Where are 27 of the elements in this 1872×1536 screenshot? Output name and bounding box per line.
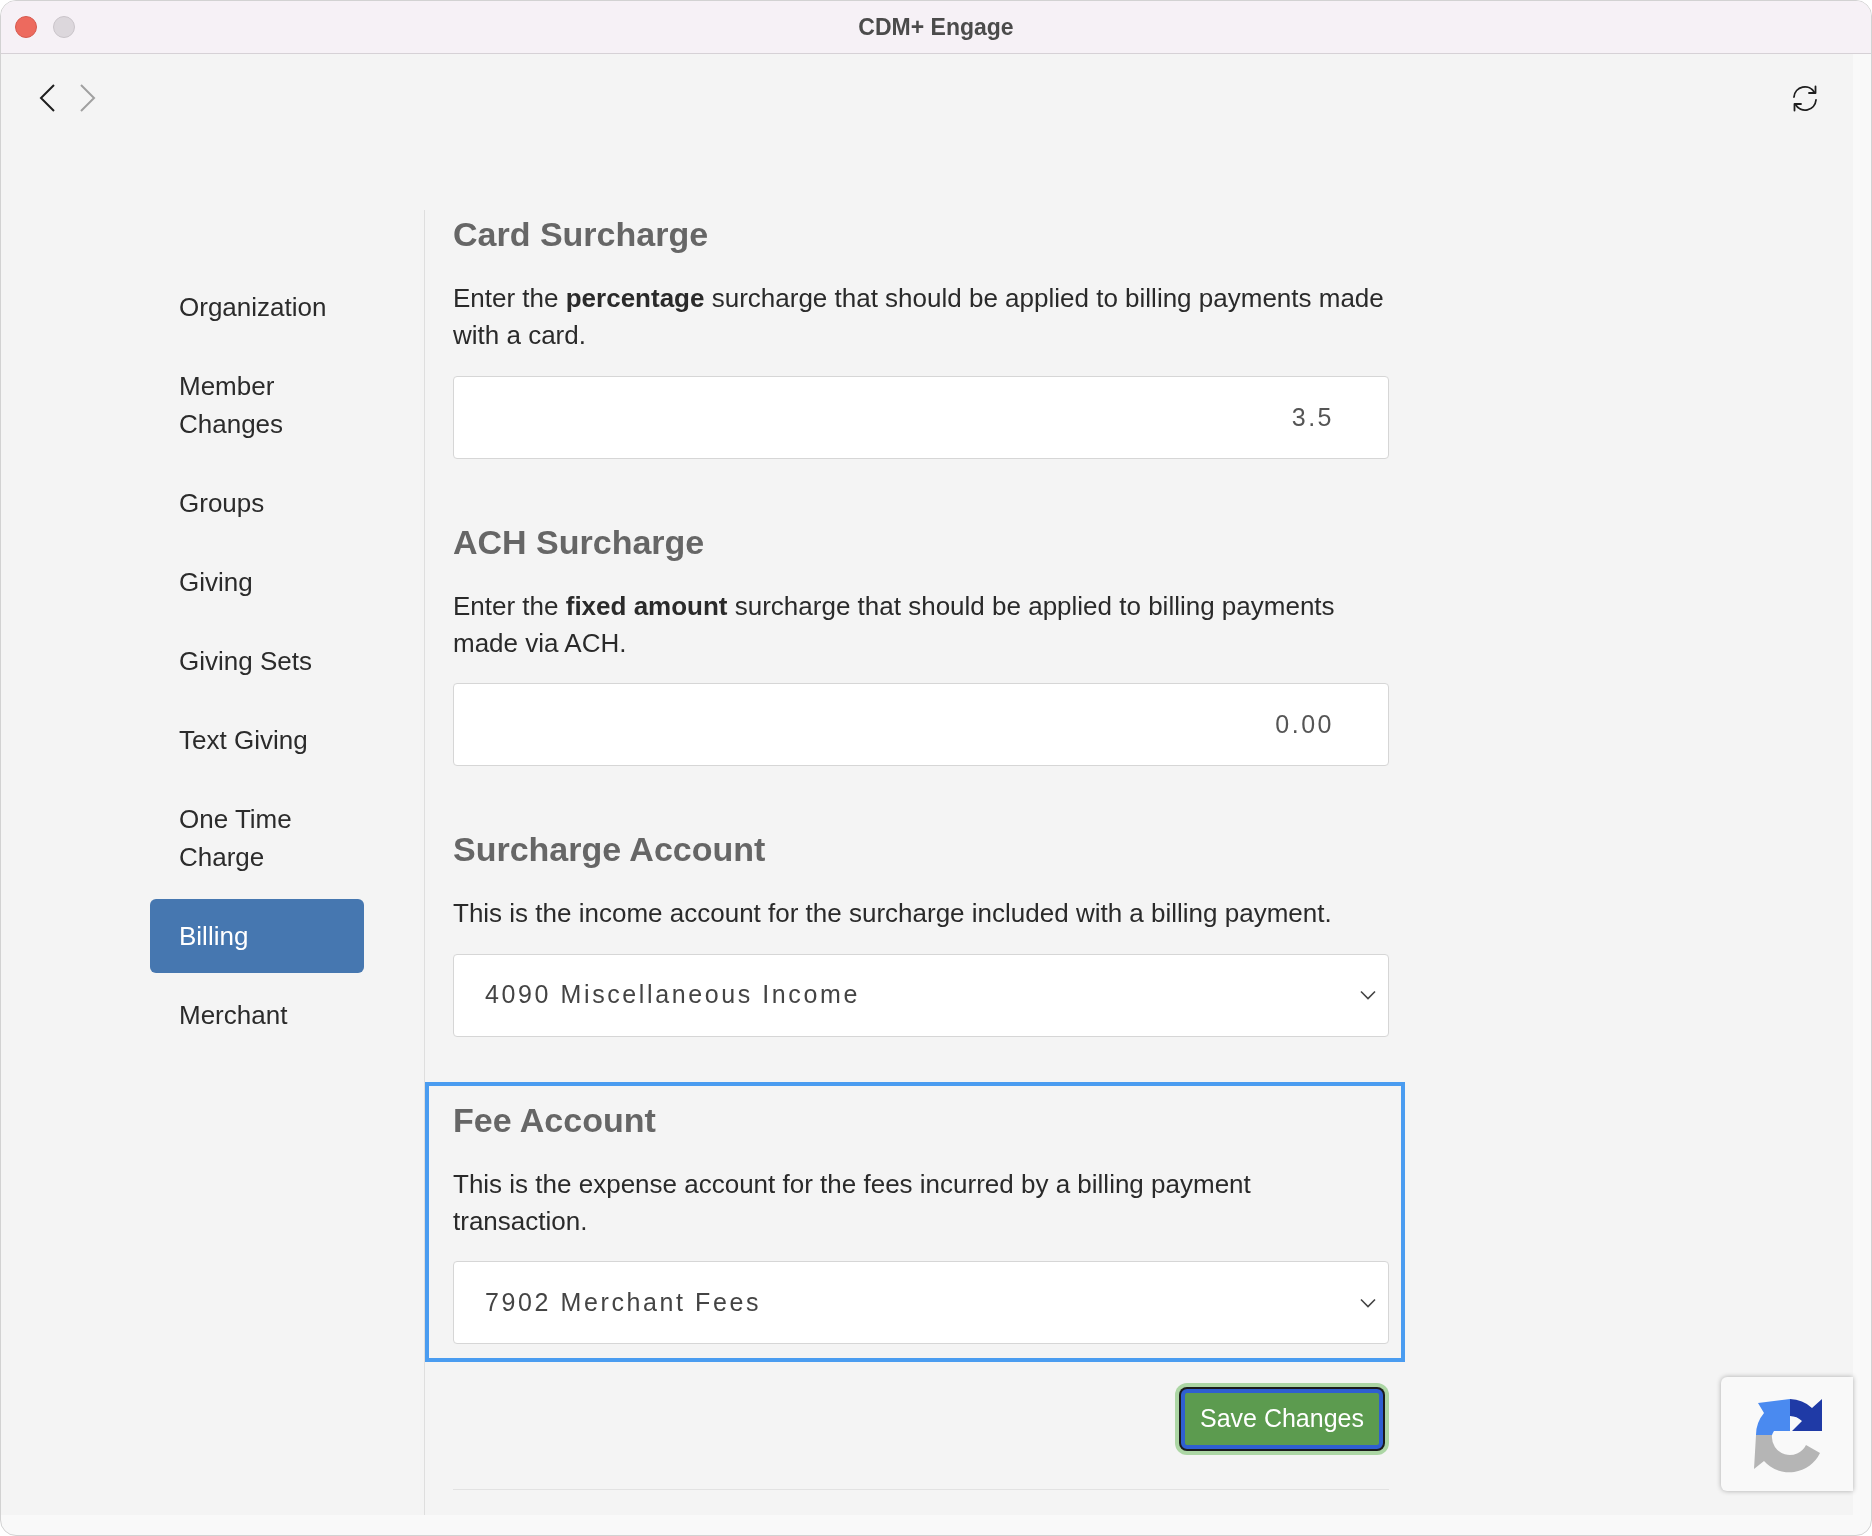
minimize-dot-icon[interactable] [53,16,75,38]
sidebar-item[interactable]: Member Changes [150,349,364,461]
section-description: Enter the percentage surcharge that should be applied to billing payments made with a card. [453,282,1385,352]
sidebar-item[interactable]: Merchant [150,978,364,1052]
sidebar-item[interactable]: Groups [150,466,364,540]
section-description: This is the income account for the surcharge included with a billing payment. [453,897,1333,930]
account-select[interactable]: 4090 Miscellaneous Income [453,953,1389,1037]
sidebar-item[interactable]: Text Giving [150,703,364,777]
window-title: CDM+ Engage [858,13,1014,40]
sidebar-item[interactable]: Billing [150,899,364,973]
sidebar-item[interactable]: One Time Charge [150,782,364,894]
section-title: Card Surcharge [453,214,710,255]
chevron-down-icon [1360,990,1376,1000]
section-description: Enter the fixed amount surcharge that should be applied to billing payments made via ACH. [453,589,1336,660]
section-title: Surcharge Account [453,829,767,870]
close-dot-icon[interactable] [15,16,37,38]
amount-input[interactable]: 0.00 [453,683,1389,766]
sidebar-item[interactable]: Giving [150,545,364,619]
sidebar-item[interactable]: Organization [150,270,364,344]
section-description: This is the expense account for the fees incurred by a billing payment transaction. [453,1167,1252,1238]
back-chevron-icon[interactable] [39,84,56,112]
amount-input[interactable]: 3.5 [453,375,1389,459]
account-select[interactable]: 7902 Merchant Fees [453,1261,1389,1344]
sidebar-item[interactable]: Giving Sets [150,624,364,698]
section-title: ACH Surcharge [453,521,706,563]
section-title: Fee Account [453,1099,657,1141]
chevron-down-icon [1360,1297,1376,1308]
